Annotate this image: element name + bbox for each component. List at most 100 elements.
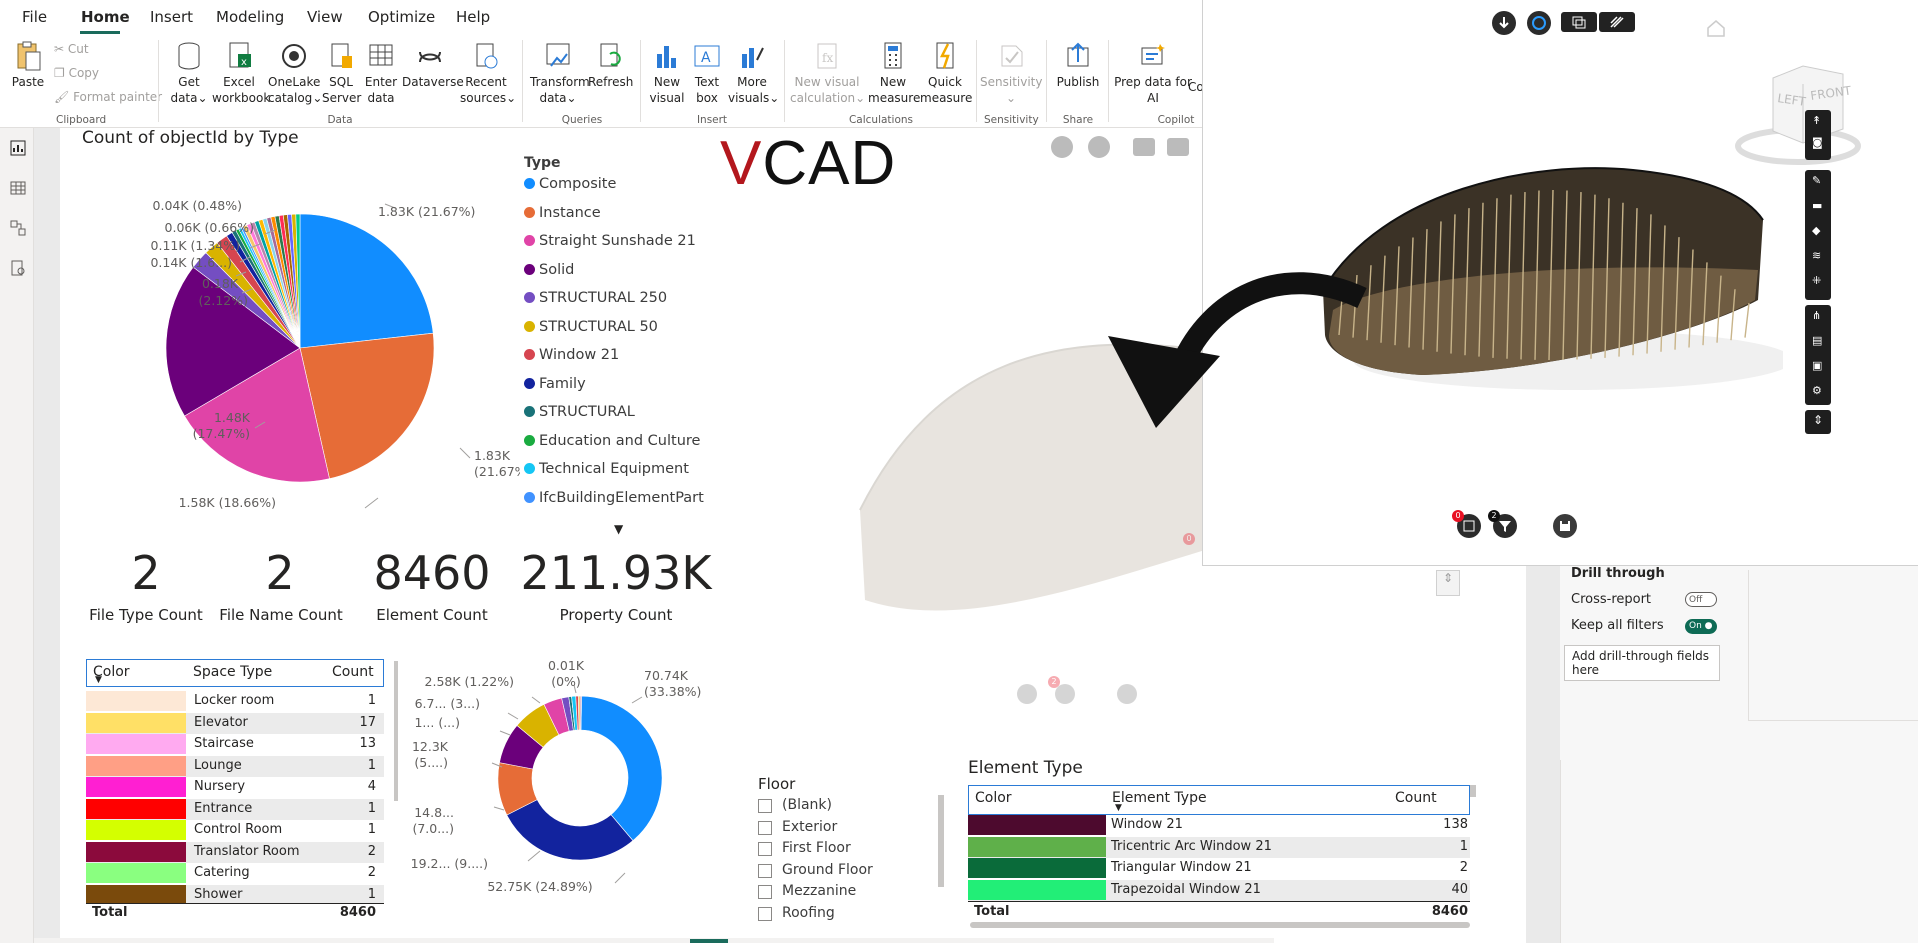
- checkbox[interactable]: [758, 842, 772, 856]
- get-data-button[interactable]: Get data⌄: [168, 40, 210, 106]
- keep-all-filters-toggle[interactable]: On ●: [1685, 619, 1717, 634]
- table-row[interactable]: Trapezoidal Window 21 40: [968, 879, 1470, 901]
- table-row[interactable]: Control Room 1: [86, 820, 384, 841]
- legend-item[interactable]: STRUCTURAL 50: [524, 319, 658, 335]
- new-visual-button[interactable]: New visual: [648, 40, 686, 106]
- legend-item[interactable]: Straight Sunshade 21: [524, 233, 696, 249]
- recent-sources-button[interactable]: Recent sources⌄: [460, 40, 516, 106]
- menu-insert[interactable]: Insert: [150, 8, 193, 26]
- measure-icon[interactable]: ✎: [1812, 174, 1821, 187]
- floor-slicer-item[interactable]: Ground Floor: [758, 862, 933, 882]
- menu-help[interactable]: Help: [456, 8, 490, 26]
- vertical-scrollbar[interactable]: [1470, 785, 1476, 797]
- viewer-collapse-button[interactable]: ⇕: [1805, 410, 1831, 434]
- prep-data-ai-button[interactable]: Prep data for AI: [1114, 40, 1192, 106]
- table-row[interactable]: Window 21 138: [968, 815, 1470, 836]
- menu-home[interactable]: Home: [81, 8, 130, 26]
- checkbox[interactable]: [758, 906, 772, 921]
- menu-file[interactable]: File: [22, 8, 47, 26]
- orbit-icon[interactable]: [1527, 11, 1551, 35]
- sensitivity-button[interactable]: Sensitivity ⌄: [980, 40, 1042, 106]
- paste-button[interactable]: Paste: [10, 40, 46, 90]
- excel-workbook-button[interactable]: x Excel workbook: [212, 40, 270, 106]
- header-color[interactable]: Color: [975, 790, 1012, 806]
- dax-query-view-icon[interactable]: [10, 260, 26, 276]
- transform-data-button[interactable]: Transform data⌄: [530, 40, 590, 106]
- table-row[interactable]: Catering 2: [86, 863, 384, 884]
- more-visuals-button[interactable]: More visuals⌄: [728, 40, 779, 106]
- header-count[interactable]: Count: [332, 664, 374, 680]
- table-row[interactable]: Locker room 1: [86, 691, 384, 712]
- checkbox[interactable]: [758, 820, 772, 835]
- sql-server-button[interactable]: SQL Server: [322, 40, 361, 106]
- save-icon[interactable]: [1553, 514, 1577, 538]
- home-icon[interactable]: [1705, 18, 1727, 38]
- legend-item[interactable]: Solid: [524, 262, 574, 278]
- floor-slicer-item[interactable]: Mezzanine: [758, 883, 933, 903]
- checkbox[interactable]: [758, 885, 772, 899]
- new-visual-calculation-button[interactable]: fx New visual calculation⌄: [790, 40, 865, 106]
- section-icon[interactable]: [1599, 12, 1635, 32]
- menu-view[interactable]: View: [307, 8, 343, 26]
- walk-icon[interactable]: ↟: [1812, 114, 1821, 127]
- cluster-icon[interactable]: ⁜: [1812, 274, 1821, 287]
- publish-button[interactable]: Publish: [1054, 40, 1102, 90]
- legend-item[interactable]: IfcBuildingElementPart: [524, 490, 704, 506]
- pie-chart[interactable]: 1.83K (21.67%) 1.83K(21.67%) 1.58K (18.66%…: [80, 150, 520, 510]
- quick-measure-button[interactable]: Quick measure: [920, 40, 972, 106]
- cut-button[interactable]: ✂ Cut: [54, 42, 89, 56]
- table-row[interactable]: Triangular Window 21 2: [968, 858, 1470, 879]
- legend-item[interactable]: Instance: [524, 205, 601, 221]
- active-page-tab-indicator[interactable]: [690, 939, 728, 943]
- structure-icon[interactable]: ⋔: [1812, 309, 1821, 322]
- table-scrollbar[interactable]: [394, 661, 398, 801]
- legend-item[interactable]: Family: [524, 376, 586, 392]
- onelake-catalog-button[interactable]: OneLake catalog⌄: [268, 40, 322, 106]
- text-box-button[interactable]: A Text box: [690, 40, 724, 106]
- explode-icon[interactable]: ◆: [1812, 224, 1820, 237]
- legend-item[interactable]: Window 21: [524, 347, 619, 363]
- settings-gear-icon[interactable]: ⚙: [1812, 384, 1822, 397]
- legend-item[interactable]: Technical Equipment: [524, 461, 689, 477]
- checkbox[interactable]: [758, 863, 772, 878]
- properties-icon[interactable]: ▣: [1812, 359, 1822, 372]
- viewer-expand-icon[interactable]: ⇕: [1436, 570, 1460, 596]
- enter-data-button[interactable]: Enter data: [362, 40, 400, 106]
- camera-icon[interactable]: ◙: [1812, 136, 1823, 149]
- report-view-icon[interactable]: [10, 140, 26, 156]
- table-row[interactable]: Entrance 1: [86, 798, 384, 820]
- folder-icon[interactable]: ▬: [1812, 199, 1822, 212]
- donut-chart[interactable]: 0.01K(0%) 2.58K (1.22%) 6.7... (3...) 1... …: [410, 655, 710, 905]
- table-row[interactable]: Tricentric Arc Window 21 1: [968, 836, 1470, 858]
- checkbox[interactable]: [758, 799, 772, 813]
- table-view-icon[interactable]: [10, 180, 26, 196]
- model-view-icon[interactable]: [10, 220, 26, 236]
- floor-slicer-item[interactable]: First Floor: [758, 840, 933, 860]
- horizontal-scrollbar[interactable]: [970, 922, 1470, 928]
- menu-optimize[interactable]: Optimize: [368, 8, 435, 26]
- layers-icon[interactable]: ≋: [1812, 249, 1821, 262]
- table-row[interactable]: Elevator 17: [86, 712, 384, 734]
- table-row[interactable]: Shower 1: [86, 884, 384, 903]
- table-row[interactable]: Nursery 4: [86, 777, 384, 798]
- floor-slicer-item[interactable]: (Blank): [758, 797, 933, 817]
- header-element-type[interactable]: Element Type: [1112, 790, 1207, 806]
- menu-modeling[interactable]: Modeling: [216, 8, 284, 26]
- sheets-icon[interactable]: ▤: [1812, 334, 1822, 347]
- header-space-type[interactable]: Space Type: [193, 664, 272, 680]
- dataverse-button[interactable]: Dataverse: [402, 40, 464, 90]
- legend-item[interactable]: STRUCTURAL 250: [524, 290, 667, 306]
- legend-item[interactable]: Education and Culture: [524, 433, 700, 449]
- floor-slicer-item[interactable]: Roofing: [758, 905, 933, 925]
- header-count[interactable]: Count: [1395, 790, 1437, 806]
- refresh-button[interactable]: Refresh: [588, 40, 633, 90]
- legend-item[interactable]: Composite: [524, 176, 616, 192]
- cross-report-toggle[interactable]: Off: [1685, 592, 1717, 607]
- table-row[interactable]: Translator Room 2: [86, 841, 384, 863]
- floor-slicer-item[interactable]: Exterior: [758, 819, 933, 839]
- legend-item[interactable]: STRUCTURAL: [524, 404, 635, 420]
- format-painter-button[interactable]: 🖌 Format painter: [54, 90, 162, 104]
- new-measure-button[interactable]: New measure: [868, 40, 920, 106]
- copy-view-icon[interactable]: [1561, 12, 1597, 32]
- copy-button[interactable]: ❐ Copy: [54, 66, 99, 80]
